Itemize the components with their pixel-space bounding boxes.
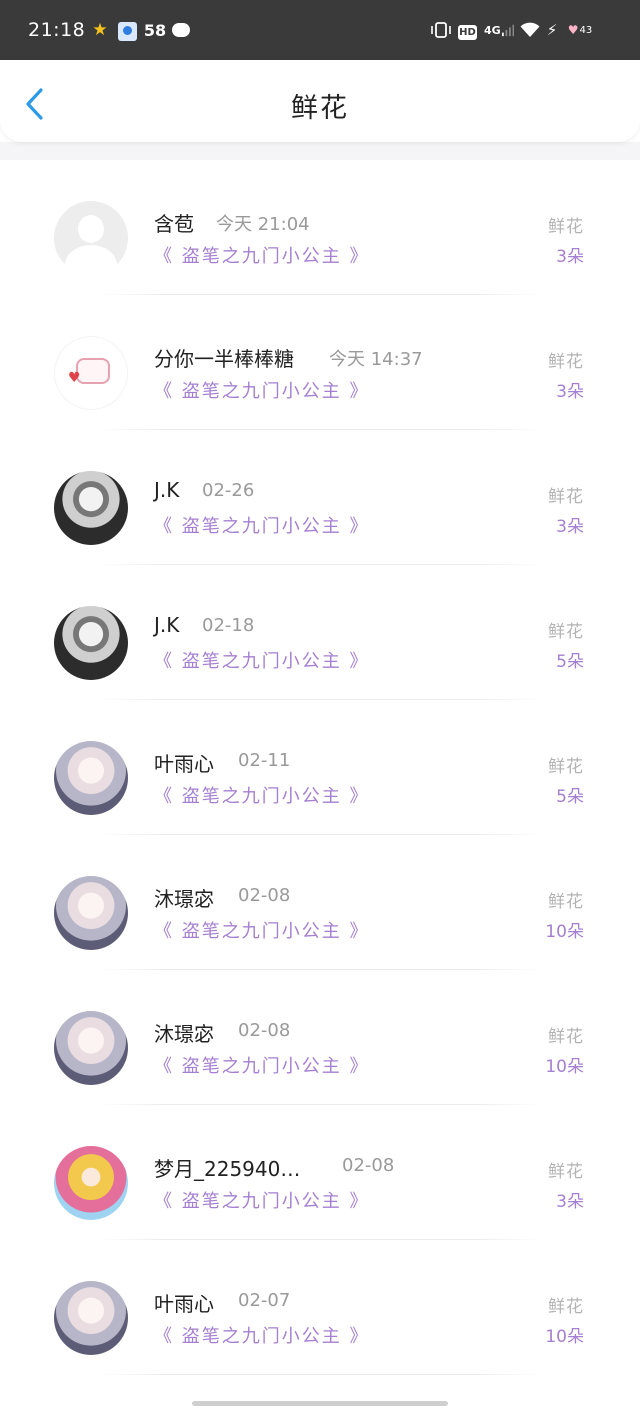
user-name[interactable]: 沐璟宓	[154, 1018, 214, 1047]
book-title[interactable]: 《 盗笔之九门小公主 》	[154, 1187, 369, 1213]
gift-time: 今天 21:04	[216, 214, 310, 235]
list-item[interactable]: ♥ 分你一半棒棒糖 今天 14:37 《 盗笔之九门小公主 》 鲜花 3朵	[0, 295, 640, 430]
book-title[interactable]: 《 盗笔之九门小公主 》	[154, 242, 369, 268]
list-item[interactable]: 沐璟宓 02-08 《 盗笔之九门小公主 》 鲜花 10朵	[0, 835, 640, 970]
list-item[interactable]: J.K 02-18 《 盗笔之九门小公主 》 鲜花 5朵	[0, 565, 640, 700]
divider	[96, 1374, 544, 1375]
book-title[interactable]: 《 盗笔之九门小公主 》	[154, 1322, 369, 1348]
heart-icon: ♥	[68, 370, 81, 386]
user-name[interactable]: 沐璟宓	[154, 883, 214, 912]
vibrate-icon	[430, 20, 452, 40]
default-avatar[interactable]	[54, 201, 128, 275]
gift-list: 含苞 今天 21:04 《 盗笔之九门小公主 》鲜花 3朵 ♥ 分你一半棒棒糖 今天 14:…	[0, 160, 640, 1375]
bw-photo-avatar[interactable]	[54, 471, 128, 545]
cat-icon	[76, 358, 110, 384]
gift-count: 3朵	[556, 382, 584, 402]
user-name[interactable]: 叶雨心	[154, 748, 214, 777]
anime-avatar[interactable]	[54, 876, 128, 950]
anime-girl-avatar[interactable]	[54, 1146, 128, 1220]
book-title[interactable]: 《 盗笔之九门小公主 》	[154, 917, 369, 943]
gift-count: 5朵	[556, 652, 584, 672]
list-item[interactable]: 叶雨心 02-11 《 盗笔之九门小公主 》 鲜花 5朵	[0, 700, 640, 835]
gift-count: 3朵	[556, 1192, 584, 1212]
gift-type-label: 鲜花	[548, 217, 584, 237]
charging-icon: ⚡	[546, 21, 558, 39]
signal-icon: 4G	[484, 20, 514, 40]
book-title[interactable]: 《 盗笔之九门小公主 》	[154, 512, 369, 538]
status-time: 21:18	[28, 19, 86, 41]
battery-heart-icon: ♥ 43	[567, 23, 593, 37]
gift-time: 02-26	[202, 480, 255, 501]
battery-level: 43	[579, 24, 593, 36]
gift-type-label: 鲜花	[548, 892, 584, 912]
cat-avatar[interactable]: ♥	[54, 336, 128, 410]
gift-time: 02-11	[238, 750, 291, 771]
book-title[interactable]: 《 盗笔之九门小公主 》	[154, 782, 369, 808]
wifi-icon	[520, 20, 540, 40]
gift-time: 02-08	[342, 1155, 395, 1176]
hd-icon: HD	[458, 25, 477, 40]
gift-time: 02-18	[202, 615, 255, 636]
gift-type-label: 鲜花	[548, 352, 584, 372]
gift-count: 10朵	[545, 1057, 584, 1077]
anime-avatar[interactable]	[54, 1011, 128, 1085]
anime-avatar[interactable]	[54, 741, 128, 815]
gift-time: 02-07	[238, 1290, 291, 1311]
page-title: 鲜花	[291, 93, 349, 124]
gift-count: 10朵	[545, 1327, 584, 1347]
gift-type-label: 鲜花	[548, 622, 584, 642]
list-item[interactable]: 梦月_225940… 02-08 《 盗笔之九门小公主 》 鲜花 3朵	[0, 1105, 640, 1240]
header-gap	[0, 142, 640, 160]
app-header: 鲜花	[0, 60, 640, 142]
gift-count: 5朵	[556, 787, 584, 807]
gift-count: 3朵	[556, 517, 584, 537]
gift-time: 02-08	[238, 885, 291, 906]
list-item[interactable]: 叶雨心 02-07 《 盗笔之九门小公主 》 鲜花 10朵	[0, 1240, 640, 1375]
gift-type-label: 鲜花	[548, 757, 584, 777]
chat-icon	[171, 20, 191, 40]
list-item[interactable]: 沐璟宓 02-08 《 盗笔之九门小公主 》 鲜花 10朵	[0, 970, 640, 1105]
network-type: 4G	[484, 23, 501, 37]
book-title[interactable]: 《 盗笔之九门小公主 》	[154, 1052, 369, 1078]
user-name[interactable]: 分你一半棒棒糖	[154, 343, 294, 372]
gift-type-label: 鲜花	[548, 1027, 584, 1047]
star-icon: ★	[92, 20, 108, 40]
gift-type-label: 鲜花	[548, 1297, 584, 1317]
anime-avatar[interactable]	[54, 1281, 128, 1355]
book-title[interactable]: 《 盗笔之九门小公主 》	[154, 377, 369, 403]
user-name[interactable]: J.K	[154, 613, 179, 637]
book-title[interactable]: 《 盗笔之九门小公主 》	[154, 647, 369, 673]
user-name[interactable]: 梦月_225940…	[154, 1153, 300, 1182]
user-name[interactable]: 含苞	[154, 208, 194, 237]
user-name[interactable]: J.K	[154, 478, 179, 502]
app-icon	[118, 22, 137, 41]
gift-time: 今天 14:37	[329, 349, 423, 370]
gift-count: 10朵	[545, 922, 584, 942]
home-indicator[interactable]	[192, 1401, 448, 1406]
bw-photo-avatar[interactable]	[54, 606, 128, 680]
notification-count: 58	[143, 20, 167, 40]
list-item[interactable]: J.K 02-26 《 盗笔之九门小公主 》 鲜花 3朵	[0, 430, 640, 565]
user-name[interactable]: 叶雨心	[154, 1288, 214, 1317]
gift-type-label: 鲜花	[548, 1162, 584, 1182]
status-bar: 21:18 ★ 58 HD 4G ⚡ ♥ 43	[0, 0, 640, 60]
list-item[interactable]: 含苞 今天 21:04 《 盗笔之九门小公主 》 鲜花 3朵	[0, 160, 640, 295]
gift-time: 02-08	[238, 1020, 291, 1041]
gift-type-label: 鲜花	[548, 487, 584, 507]
gift-count: 3朵	[556, 247, 584, 267]
